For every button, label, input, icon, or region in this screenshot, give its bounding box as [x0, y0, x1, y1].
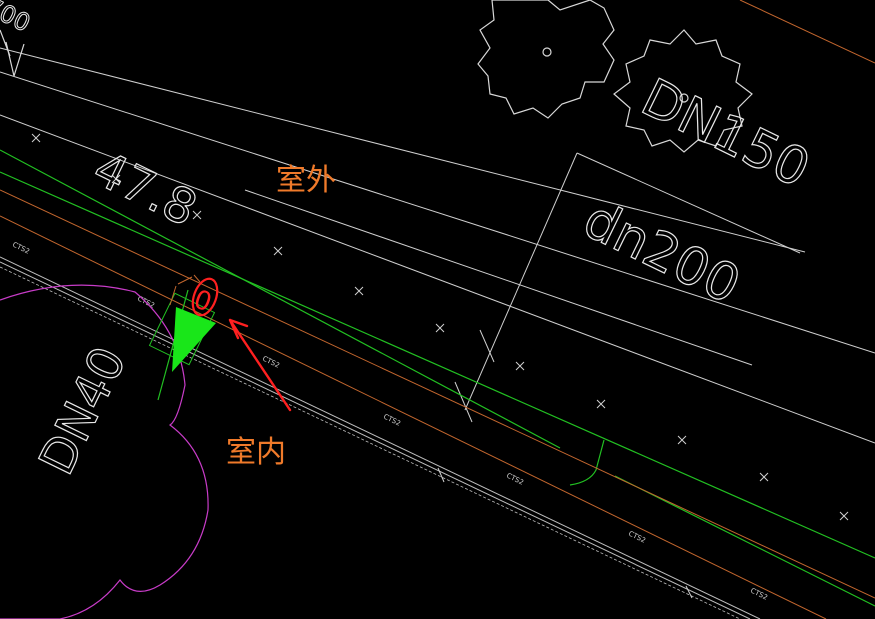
outdoor-label: 室外: [276, 163, 336, 198]
cad-drawing-canvas: CTS2 CTS2 CTS2 CTS2 CTS2 CTS2 CTS2 0 700…: [0, 0, 875, 619]
drawing-background: [0, 0, 875, 619]
indoor-label: 室内: [226, 435, 286, 470]
